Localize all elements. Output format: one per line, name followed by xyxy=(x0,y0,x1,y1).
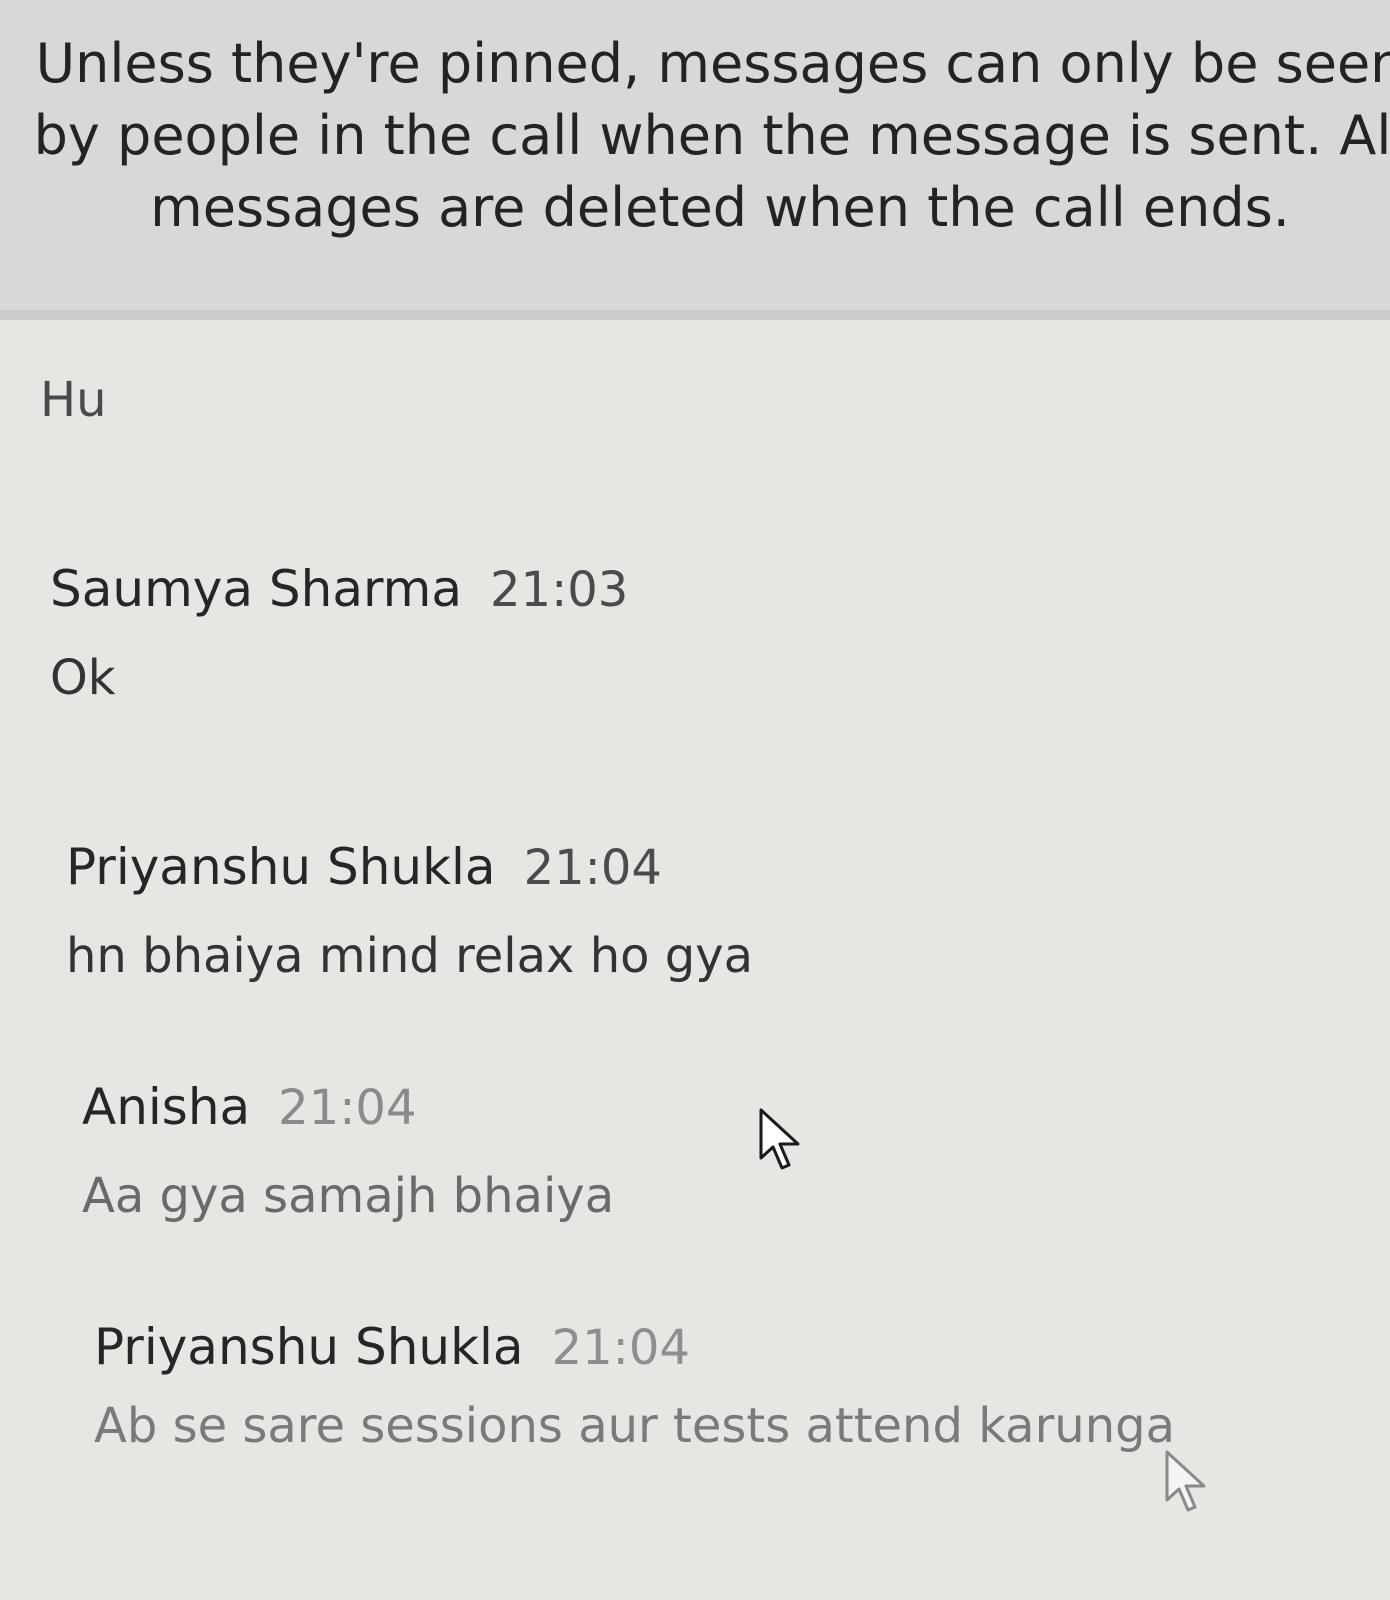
message-header: Anisha 21:04 xyxy=(82,1078,614,1136)
message-sender: Saumya Sharma xyxy=(50,560,462,618)
chat-message: Anisha 21:04 Aa gya samajh bhaiya xyxy=(82,1078,614,1224)
message-body: Ab se sare sessions aur tests attend kar… xyxy=(94,1398,1176,1454)
message-sender: Anisha xyxy=(82,1078,251,1136)
message-timestamp: 21:04 xyxy=(551,1320,690,1376)
chat-message: Saumya Sharma 21:03 Ok xyxy=(50,560,628,706)
mouse-pointer-icon xyxy=(1165,1450,1206,1512)
message-sender: Priyanshu Shukla xyxy=(94,1318,524,1376)
message-body: hn bhaiya mind relax ho gya xyxy=(66,928,754,984)
message-timestamp: 21:04 xyxy=(523,840,662,896)
message-header: Priyanshu Shukla 21:04 xyxy=(66,838,753,896)
chat-info-text: Unless they're pinned, messages can only… xyxy=(33,32,1390,239)
chat-info-banner: Unless they're pinned, messages can only… xyxy=(0,0,1390,320)
message-body: Aa gya samajh bhaiya xyxy=(82,1168,615,1224)
message-header: Priyanshu Shukla 21:04 xyxy=(94,1318,1175,1376)
partial-message-text: Hu xyxy=(40,372,107,428)
message-timestamp: 21:04 xyxy=(278,1080,417,1136)
message-header: Saumya Sharma 21:03 xyxy=(50,560,628,618)
chat-message: Priyanshu Shukla 21:04 hn bhaiya mind re… xyxy=(66,838,753,984)
message-sender: Priyanshu Shukla xyxy=(66,838,496,896)
message-body: Ok xyxy=(50,650,116,706)
message-timestamp: 21:03 xyxy=(490,562,629,618)
chat-panel: Unless they're pinned, messages can only… xyxy=(0,0,1390,1600)
mouse-pointer-icon xyxy=(759,1108,800,1170)
chat-message: Priyanshu Shukla 21:04 Ab se sare sessio… xyxy=(94,1318,1175,1454)
